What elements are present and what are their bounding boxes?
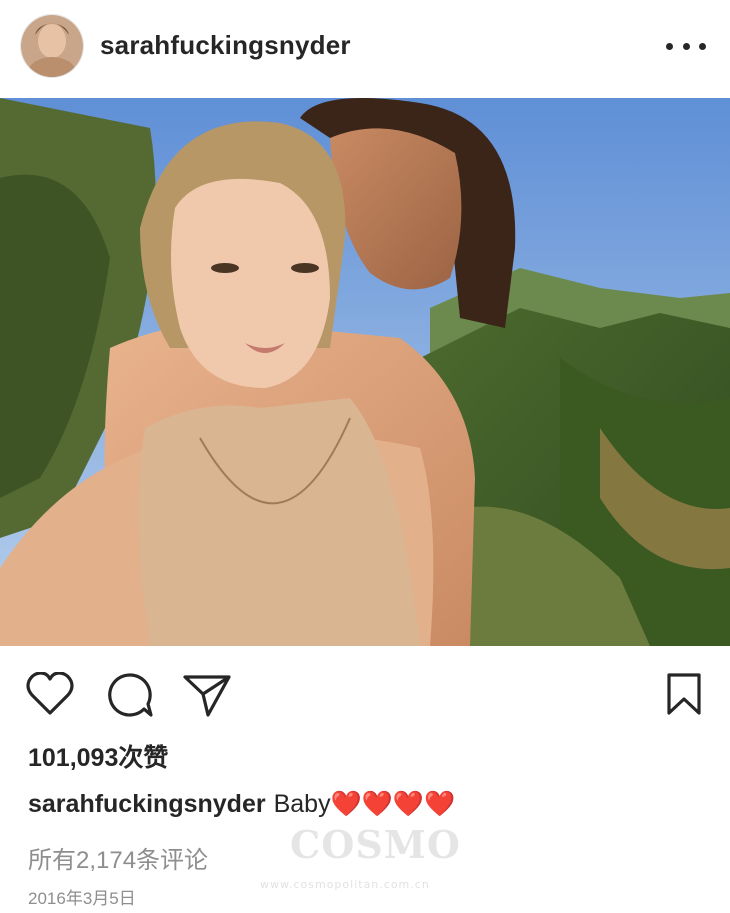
caption: sarahfuckingsnyder Baby❤️❤️❤️❤️ (28, 790, 718, 819)
cosmo-watermark-logo: COSMO www.cosmopolitan.com.cn (260, 822, 480, 892)
comment-bubble-icon[interactable] (106, 672, 154, 718)
paper-plane-icon[interactable] (182, 674, 232, 718)
post-actions (0, 646, 730, 742)
watermark-main: COSMO (290, 822, 461, 867)
more-dots-icon[interactable] (666, 36, 706, 56)
post-header: sarahfuckingsnyder (0, 0, 730, 98)
heart-icon[interactable] (26, 672, 74, 716)
watermark-sub: www.cosmopolitan.com.cn (260, 878, 430, 891)
post-date: 2016年3月5日 (28, 889, 136, 908)
bookmark-icon[interactable] (666, 672, 702, 716)
avatar[interactable] (20, 14, 84, 78)
caption-text: Baby❤️❤️❤️❤️ (273, 790, 456, 818)
view-all-comments-link[interactable]: 所有2,174条评论 (28, 840, 208, 875)
likes-count[interactable]: 101,093次赞 (28, 738, 168, 774)
post-photo[interactable] (0, 98, 730, 646)
caption-username[interactable]: sarahfuckingsnyder (28, 790, 266, 818)
username[interactable]: sarahfuckingsnyder (100, 30, 351, 61)
